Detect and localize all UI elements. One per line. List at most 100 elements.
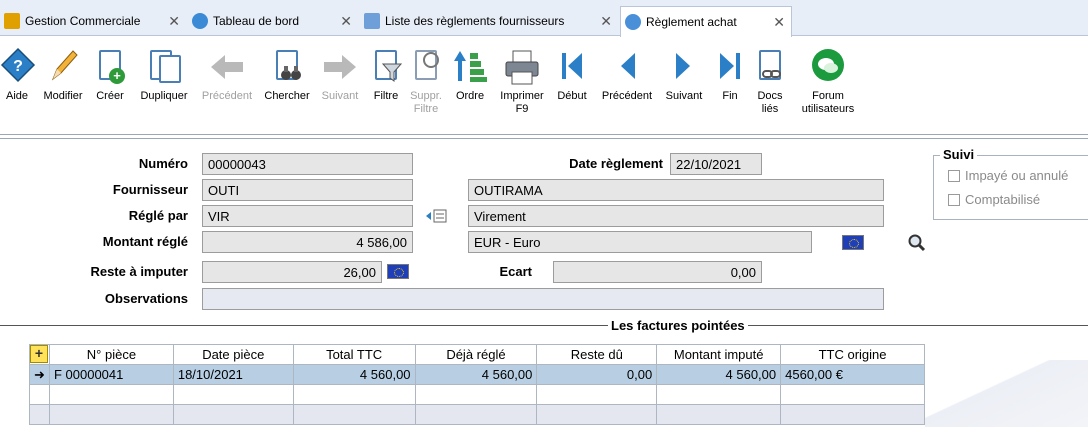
imprimer-button[interactable]: Imprimer F9 [496, 47, 548, 116]
ecart-field[interactable]: 0,00 [553, 261, 762, 283]
debut-button[interactable]: Début [552, 47, 592, 103]
regle-par-name-field[interactable]: Virement [468, 205, 884, 227]
remove-filter-icon [408, 47, 444, 87]
regle-par-code-field[interactable]: VIR [202, 205, 413, 227]
list-icon [364, 13, 380, 29]
payment-icon [625, 14, 641, 30]
arrow-left-icon [209, 47, 245, 87]
fournisseur-label: Fournisseur [112, 182, 188, 197]
invoices-table: N° pièce Date pièce Total TTC Déjà réglé… [29, 344, 925, 425]
observations-label: Observations [104, 291, 188, 306]
dupliquer-button[interactable]: Dupliquer [135, 47, 193, 103]
regle-par-label: Réglé par [128, 208, 188, 223]
ecart-label: Ecart [499, 264, 532, 279]
creer-button[interactable]: + Créer [92, 47, 128, 103]
observations-field[interactable] [202, 288, 884, 310]
chercher-button[interactable]: Chercher [258, 47, 316, 103]
origine-cell[interactable]: 4560,00 € [780, 364, 925, 385]
docs-lies-button[interactable]: Docs liés [752, 47, 788, 116]
forum-icon [810, 47, 846, 87]
forum-utilisateurs-button[interactable]: Forum utilisateurs [792, 47, 864, 116]
svg-text:+: + [113, 68, 121, 83]
fournisseur-code-field[interactable]: OUTI [202, 179, 413, 201]
filter-icon [368, 47, 404, 87]
date-cell[interactable]: 18/10/2021 [172, 364, 294, 385]
tab-label: Gestion Commerciale [25, 14, 141, 28]
table-header-row: N° pièce Date pièce Total TTC Déjà réglé… [29, 344, 925, 365]
column-header[interactable]: N° pièce [48, 344, 174, 365]
table-row[interactable] [29, 404, 925, 425]
fournisseur-name-field[interactable]: OUTIRAMA [468, 179, 884, 201]
column-header[interactable]: Déjà réglé [414, 344, 538, 365]
tab-label: Tableau de bord [213, 14, 300, 28]
lookup-icon[interactable] [424, 208, 448, 224]
tab-gestion-commerciale[interactable]: Gestion Commerciale ✕ [0, 6, 186, 36]
new-document-icon: + [92, 47, 128, 87]
suivi-title: Suivi [940, 147, 978, 162]
comptabilise-checkbox[interactable]: Comptabilisé [948, 192, 1040, 207]
devise-field[interactable]: EUR - Euro [468, 231, 812, 253]
precedent-record-button[interactable]: Précédent [596, 47, 658, 103]
column-header[interactable]: Total TTC [292, 344, 416, 365]
filtre-button[interactable]: Filtre [368, 47, 404, 103]
numero-field[interactable]: 00000043 [202, 153, 413, 175]
impute-cell[interactable]: 4 560,00 [656, 364, 782, 385]
duplicate-icon [146, 47, 182, 87]
column-header[interactable]: Montant imputé [656, 344, 782, 365]
close-icon[interactable]: ✕ [340, 13, 352, 30]
binoculars-icon [269, 47, 305, 87]
close-icon[interactable]: ✕ [600, 13, 612, 30]
add-column-icon[interactable]: + [30, 345, 48, 363]
reste-cell[interactable]: 0,00 [536, 364, 658, 385]
column-header[interactable]: Date pièce [172, 344, 294, 365]
reste-imputer-field[interactable]: 26,00 [202, 261, 382, 283]
table-row[interactable]: ➜ F 00000041 18/10/2021 4 560,00 4 560,0… [29, 364, 925, 385]
dashboard-icon [192, 13, 208, 29]
background-decoration [925, 360, 1088, 427]
total-cell[interactable]: 4 560,00 [292, 364, 416, 385]
column-header[interactable]: TTC origine [780, 344, 925, 365]
montant-regle-field[interactable]: 4 586,00 [202, 231, 413, 253]
tab-label: Règlement achat [646, 15, 737, 29]
last-record-icon [712, 47, 748, 87]
montant-regle-label: Montant réglé [102, 234, 188, 249]
sort-icon [452, 47, 488, 87]
date-reglement-field[interactable]: 22/10/2021 [670, 153, 762, 175]
row-pointer-icon: ➜ [29, 364, 50, 385]
suivant-button[interactable]: Suivant [316, 47, 364, 103]
pencil-icon [45, 47, 81, 87]
column-header[interactable]: Reste dû [536, 344, 658, 365]
divider [0, 325, 1088, 326]
modifier-button[interactable]: Modifier [38, 47, 88, 103]
date-reglement-label: Date règlement [569, 156, 663, 171]
euro-flag-icon [842, 235, 864, 250]
ordre-button[interactable]: Ordre [450, 47, 490, 103]
aide-button[interactable]: ? Aide [0, 47, 36, 103]
suppr-filtre-button[interactable]: Suppr. Filtre [406, 47, 446, 116]
linked-documents-icon [752, 47, 788, 87]
checkbox-box[interactable] [948, 169, 960, 182]
checkbox-box[interactable] [948, 193, 960, 206]
divider [0, 134, 1088, 135]
table-row[interactable] [29, 384, 925, 405]
printer-icon [504, 47, 540, 87]
zoom-icon[interactable] [908, 234, 926, 252]
euro-flag-icon [387, 264, 409, 279]
tab-reglement-achat[interactable]: Règlement achat ✕ [620, 6, 792, 37]
app-icon [4, 13, 20, 29]
precedent-button[interactable]: Précédent [196, 47, 258, 103]
close-icon[interactable]: ✕ [773, 14, 785, 31]
piece-cell[interactable]: F 00000041 [48, 364, 174, 385]
divider [0, 138, 1088, 139]
grid-title: Les factures pointées [608, 318, 748, 333]
deja-cell[interactable]: 4 560,00 [414, 364, 538, 385]
tab-liste-reglements[interactable]: Liste des règlements fournisseurs ✕ [360, 6, 618, 36]
close-icon[interactable]: ✕ [168, 13, 180, 30]
previous-record-icon [609, 47, 645, 87]
tab-tableau-de-bord[interactable]: Tableau de bord ✕ [188, 6, 358, 36]
impaye-checkbox[interactable]: Impayé ou annulé [948, 168, 1068, 183]
fin-button[interactable]: Fin [712, 47, 748, 103]
tab-label: Liste des règlements fournisseurs [385, 14, 565, 28]
suivant-record-button[interactable]: Suivant [660, 47, 708, 103]
suivi-group: Suivi Impayé ou annulé Comptabilisé [933, 147, 1088, 220]
